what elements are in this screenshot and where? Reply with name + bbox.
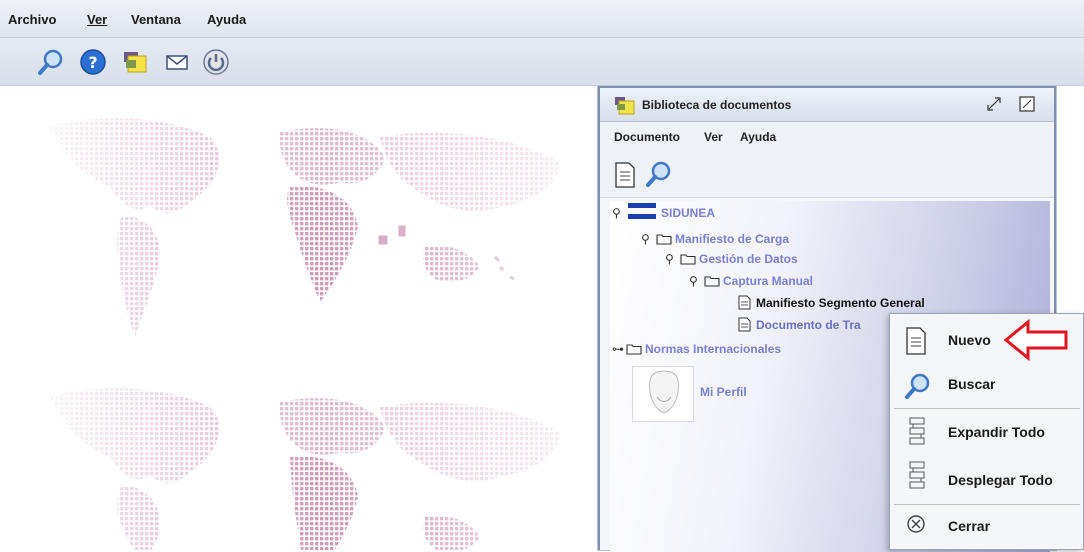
menu-ayuda[interactable]: Ayuda — [207, 12, 246, 27]
folder-icon — [656, 233, 672, 248]
tree-toggle-icon[interactable]: ⚲ — [641, 232, 650, 246]
library-window-title: Biblioteca de documentos — [642, 98, 792, 112]
tree-node-sidunea[interactable]: SIDUNEA — [661, 206, 715, 220]
flag-icon — [628, 203, 656, 222]
context-item-label: Nuevo — [948, 332, 991, 348]
close-circle-icon — [904, 512, 932, 540]
document-icon — [904, 327, 932, 355]
context-item-expandir-todo[interactable]: Expandir Todo — [890, 410, 1084, 454]
tree-toggle-icon[interactable]: ⚲ — [612, 206, 621, 220]
library-menubar: Documento Ver Ayuda — [600, 122, 1054, 152]
search-icon — [904, 372, 932, 400]
context-item-label: Expandir Todo — [948, 424, 1045, 440]
context-item-label: Buscar — [948, 376, 996, 392]
tree-collapse-icon — [904, 460, 932, 489]
library-menu-ayuda[interactable]: Ayuda — [740, 130, 776, 144]
tree-node-captura-manual[interactable]: Captura Manual — [723, 274, 813, 288]
context-item-desplegar-todo[interactable]: Desplegar Todo — [890, 454, 1084, 502]
folder-icon — [680, 253, 696, 268]
power-icon[interactable] — [202, 48, 230, 76]
tree-node-normas-internacionales[interactable]: Normas Internacionales — [645, 342, 781, 356]
context-item-label: Desplegar Todo — [948, 472, 1053, 488]
tree-node-manifiesto-carga[interactable]: Manifiesto de Carga — [675, 232, 789, 246]
context-separator — [894, 504, 1080, 505]
tree-toggle-icon[interactable]: ⚲ — [689, 274, 698, 288]
library-window-titlebar[interactable]: Biblioteca de documentos — [600, 88, 1054, 122]
tree-node-documento-transporte[interactable]: Documento de Tra — [756, 318, 861, 332]
folder-icon — [704, 275, 720, 290]
folder-icon — [626, 343, 642, 358]
search-icon[interactable] — [37, 48, 65, 76]
tree-node-gestion-datos[interactable]: Gestión de Datos — [699, 252, 798, 266]
document-icon — [738, 295, 751, 313]
world-map-graphic-lower — [40, 377, 600, 550]
main-toolbar: ? — [0, 38, 1084, 86]
tree-node-mi-perfil[interactable]: Mi Perfil — [700, 385, 747, 399]
context-item-buscar[interactable]: Buscar — [890, 366, 1084, 406]
new-document-icon[interactable] — [614, 162, 636, 191]
context-item-cerrar[interactable]: Cerrar — [890, 506, 1084, 550]
library-icon — [614, 95, 636, 118]
menu-ventana[interactable]: Ventana — [131, 12, 181, 27]
avatar — [632, 366, 694, 422]
maximize-icon[interactable] — [1018, 95, 1036, 116]
world-map-graphic — [40, 107, 600, 370]
document-icon — [738, 317, 751, 335]
tree-toggle-icon[interactable]: ⚲ — [665, 252, 674, 266]
menu-ver[interactable]: Ver — [87, 12, 107, 27]
help-icon[interactable]: ? — [79, 48, 107, 76]
search-icon[interactable] — [645, 160, 673, 191]
highlight-arrow-icon — [1003, 318, 1070, 362]
tree-expand-handle-icon[interactable]: ⊶ — [612, 342, 624, 356]
context-item-label: Cerrar — [948, 518, 991, 534]
context-separator — [894, 408, 1080, 409]
tree-expand-icon — [904, 416, 932, 445]
library-toolbar — [600, 152, 1054, 198]
menu-archivo[interactable]: Archivo — [8, 12, 56, 27]
svg-text:?: ? — [88, 53, 97, 72]
main-menubar: Archivo Ver Ventana Ayuda — [0, 0, 1084, 38]
library-icon[interactable] — [121, 48, 149, 76]
library-menu-ver[interactable]: Ver — [704, 130, 723, 144]
library-menu-documento[interactable]: Documento — [614, 130, 680, 144]
minimize-icon[interactable] — [985, 95, 1003, 116]
tree-node-manifiesto-segmento-general[interactable]: Manifiesto Segmento General — [756, 296, 925, 310]
mail-icon[interactable] — [163, 48, 191, 76]
